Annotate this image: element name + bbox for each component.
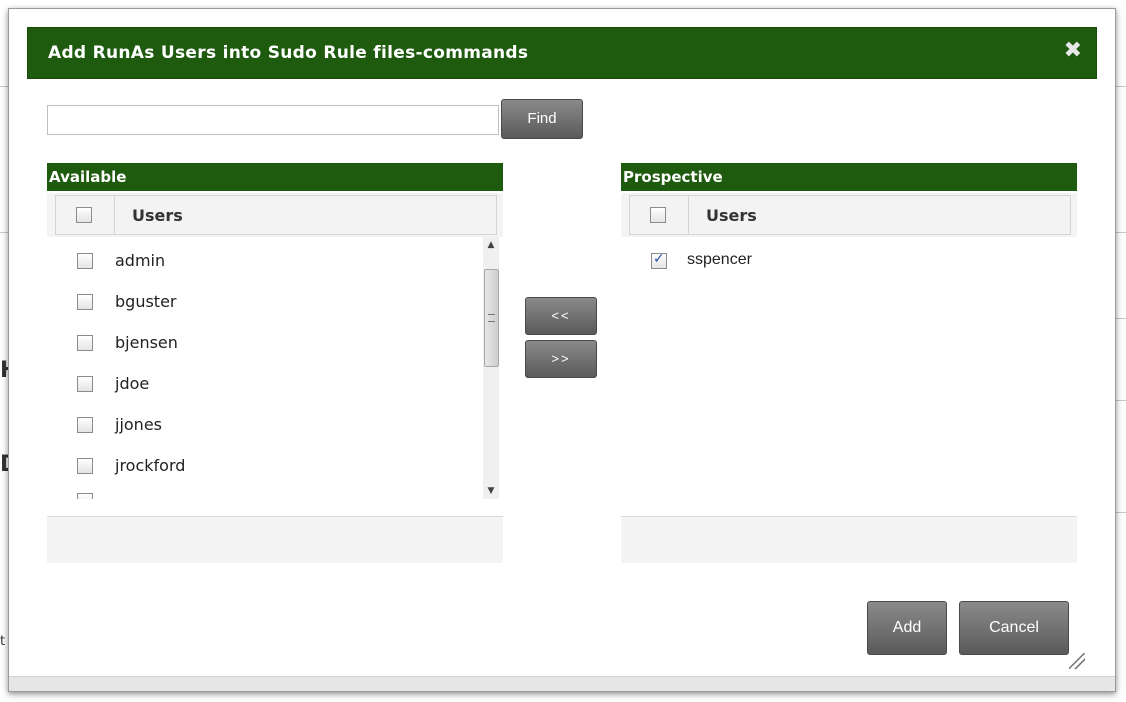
add-button[interactable]: Add [867,601,947,655]
user-name: bguster [115,292,177,311]
available-body: Users admin bguster bjensen jdoe jjones … [47,193,503,563]
prospective-column-header: Users [629,195,1071,235]
background-divider [1116,512,1126,513]
available-scrollbar[interactable]: ▲ ▼ [483,237,499,499]
list-item[interactable]: bguster [47,282,481,322]
select-all-cell [630,196,689,234]
user-checkbox[interactable] [77,335,93,351]
user-checkbox[interactable] [77,493,93,499]
list-item[interactable]: jrockford [47,446,481,486]
user-checkbox[interactable] [77,253,93,269]
user-name: admin [115,251,166,270]
list-item[interactable]: jjones [47,405,481,445]
user-checkbox[interactable] [77,376,93,392]
available-header: Available [47,163,503,193]
available-column-header: Users [55,195,497,235]
background-divider [1116,232,1126,233]
background-divider [1116,86,1126,87]
prospective-select-all-checkbox[interactable] [650,207,666,223]
users-column-label: Users [706,206,757,225]
select-all-cell [56,196,115,234]
user-name: bjensen [115,333,178,352]
user-name: jdoe [115,374,150,393]
prospective-header: Prospective [621,163,1077,193]
chevron-up-icon[interactable]: ▲ [483,237,499,253]
user-name: jrockford [115,456,186,475]
user-name: jjones [115,415,162,434]
prospective-panel: Prospective Users sspencer [621,163,1077,563]
remove-selected-button[interactable]: << [525,297,597,335]
user-checkbox[interactable] [77,294,93,310]
close-icon[interactable]: ✖ [1064,40,1082,62]
dialog-bottom-bar [9,676,1115,691]
list-item[interactable]: admin [47,241,481,281]
available-footer [47,516,503,563]
user-checkbox[interactable] [77,458,93,474]
prospective-footer [621,516,1077,563]
scrollbar-thumb[interactable] [484,269,499,367]
users-column-label: Users [132,206,183,225]
search-input[interactable] [47,105,499,135]
user-checkbox-checked[interactable] [651,251,667,269]
user-name: sspencer [687,251,752,268]
list-item[interactable]: jdoe [47,364,481,404]
list-item[interactable]: bjensen [47,323,481,363]
user-checkbox[interactable] [77,417,93,433]
background-divider [1116,318,1126,319]
background-divider [1116,400,1126,401]
cancel-button[interactable]: Cancel [959,601,1069,655]
chevron-down-icon[interactable]: ▼ [483,483,499,499]
dialog-titlebar[interactable]: Add RunAs Users into Sudo Rule files-com… [27,27,1097,79]
prospective-list: sspencer [621,237,1077,547]
available-select-all-checkbox[interactable] [76,207,92,223]
prospective-body: Users sspencer [621,193,1077,563]
list-item-partial[interactable] [47,487,481,499]
add-runas-users-dialog: Add RunAs Users into Sudo Rule files-com… [8,8,1116,692]
list-item[interactable]: sspencer [621,241,1055,281]
add-selected-button[interactable]: >> [525,340,597,378]
available-list: admin bguster bjensen jdoe jjones jrockf… [47,237,503,547]
resize-grip-icon[interactable] [1069,653,1085,669]
find-button[interactable]: Find [501,99,583,139]
available-panel: Available Users admin bguster bjensen jd… [47,163,503,563]
background-text: t [0,634,6,649]
dialog-title: Add RunAs Users into Sudo Rule files-com… [48,43,529,63]
